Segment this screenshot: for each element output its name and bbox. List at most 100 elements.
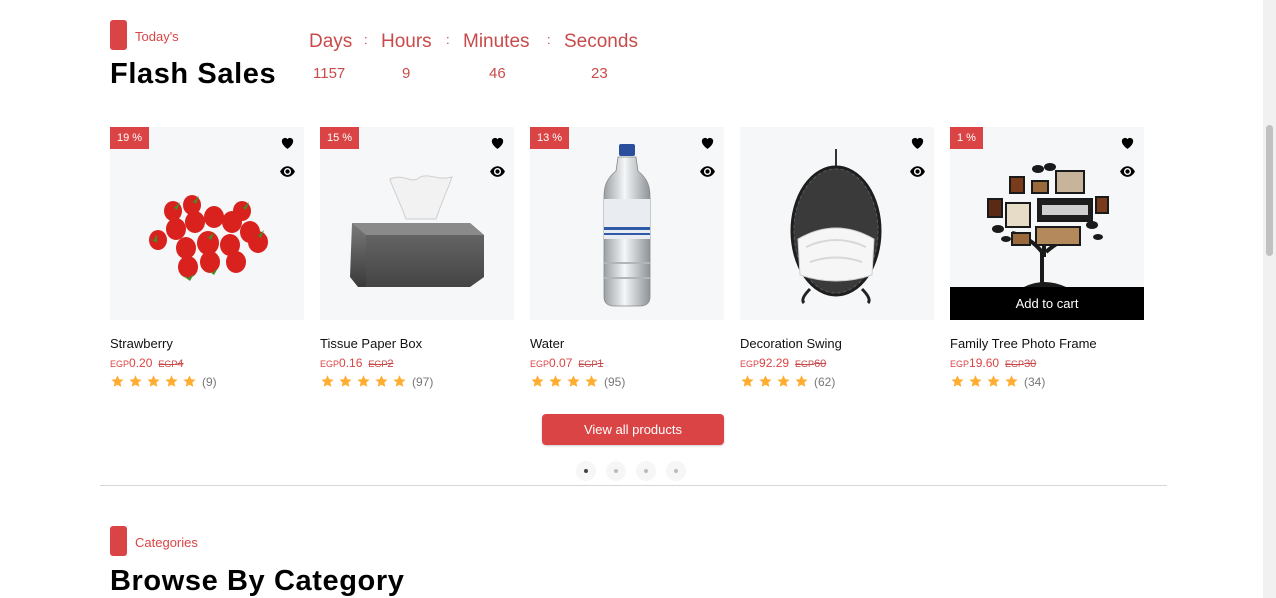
product-card[interactable]: Decoration Swing EGP92.29 EGP60 (62) [740, 127, 934, 389]
old-price: EGP60 [795, 358, 827, 370]
discount-badge: 15 % [320, 127, 360, 149]
rating: (9) [110, 374, 304, 389]
countdown-separator: : [364, 32, 368, 47]
countdown-minutes-value: 46 [489, 65, 506, 82]
product-card[interactable]: 19 % Strawberry EGP0.20 EGP4 (9) [110, 127, 304, 389]
star-icon [129, 375, 142, 387]
star-icon [549, 375, 562, 387]
star-icon [183, 375, 196, 387]
rating: (97) [320, 374, 514, 389]
product-name[interactable]: Strawberry [110, 336, 304, 351]
discount-badge: 13 % [530, 127, 570, 149]
star-icon [969, 375, 982, 387]
view-all-products-button[interactable]: View all products [542, 414, 724, 445]
product-name[interactable]: Family Tree Photo Frame [950, 336, 1144, 351]
countdown-seconds-label: Seconds [564, 31, 638, 52]
heart-icon[interactable] [279, 134, 296, 151]
section-tag-marker [110, 20, 127, 50]
heart-icon[interactable] [699, 134, 716, 151]
countdown-hours-label: Hours [381, 31, 432, 52]
product-price: EGP19.60 EGP30 [950, 356, 1037, 370]
review-count: (9) [202, 374, 217, 389]
countdown-separator: : [446, 32, 450, 47]
product-card[interactable]: 1 % Add to cart Family Tree Photo Frame … [950, 127, 1144, 389]
rating: (34) [950, 374, 1144, 389]
product-image-area[interactable]: 15 % [320, 127, 514, 320]
eye-icon[interactable] [909, 163, 926, 180]
tissue-box-image [350, 175, 484, 287]
countdown-days-value: 1157 [313, 65, 346, 82]
star-icon [339, 375, 352, 387]
current-price: 19.60 [969, 356, 1000, 370]
product-image-area[interactable]: 13 % [530, 127, 724, 320]
rating: (62) [740, 374, 934, 389]
pagination-dot[interactable] [576, 461, 596, 481]
product-image-area[interactable] [740, 127, 934, 320]
eye-icon[interactable] [279, 163, 296, 180]
browse-by-category-title: Browse By Category [110, 565, 405, 597]
product-name[interactable]: Decoration Swing [740, 336, 934, 351]
countdown-seconds-value: 23 [591, 65, 608, 82]
star-icon [321, 375, 334, 387]
discount-badge: 19 % [110, 127, 150, 149]
eye-icon[interactable] [1119, 163, 1136, 180]
egg-swing-chair-image [790, 149, 882, 305]
rating: (95) [530, 374, 724, 389]
star-icon [147, 375, 160, 387]
water-bottle-image [603, 144, 651, 307]
flash-sales-title: Flash Sales [110, 58, 277, 90]
scrollbar-thumb[interactable] [1266, 125, 1273, 256]
page-scrollbar[interactable] [1263, 0, 1276, 598]
current-price: 0.20 [129, 356, 153, 370]
current-price: 92.29 [759, 356, 790, 370]
current-price: 0.07 [549, 356, 573, 370]
old-price: EGP2 [368, 358, 394, 370]
star-icon [357, 375, 370, 387]
heart-icon[interactable] [909, 134, 926, 151]
star-icon [375, 375, 388, 387]
countdown-hours-value: 9 [402, 65, 411, 82]
pagination-dot[interactable] [606, 461, 626, 481]
product-name[interactable]: Water [530, 336, 724, 351]
eye-icon[interactable] [489, 163, 506, 180]
review-count: (62) [814, 374, 836, 389]
current-price: 0.16 [339, 356, 363, 370]
star-icon [741, 375, 754, 387]
product-price: EGP92.29 EGP60 [740, 356, 827, 370]
add-to-cart-button[interactable]: Add to cart [950, 287, 1144, 320]
strawberries-image [148, 195, 268, 281]
discount-badge: 1 % [950, 127, 983, 149]
countdown-separator: : [547, 32, 551, 47]
star-icon [393, 375, 406, 387]
countdown-days-label: Days [309, 31, 353, 52]
product-image-area[interactable]: 1 % Add to cart [950, 127, 1144, 320]
old-price: EGP1 [578, 358, 604, 370]
star-icon [951, 375, 964, 387]
review-count: (97) [412, 374, 434, 389]
product-image-area[interactable]: 19 % [110, 127, 304, 320]
star-icon [531, 375, 544, 387]
heart-icon[interactable] [1119, 134, 1136, 151]
star-icon [777, 375, 790, 387]
countdown-minutes-label: Minutes [463, 31, 530, 52]
review-count: (95) [604, 374, 626, 389]
star-icon [567, 375, 580, 387]
section-tag-todays: Today's [135, 29, 179, 44]
review-count: (34) [1024, 374, 1046, 389]
star-icon [795, 375, 808, 387]
old-price: EGP30 [1005, 358, 1037, 370]
heart-icon[interactable] [489, 134, 506, 151]
star-icon [585, 375, 598, 387]
star-icon [987, 375, 1000, 387]
section-tag-marker [110, 526, 127, 556]
star-icon [759, 375, 772, 387]
pagination-dot[interactable] [636, 461, 656, 481]
star-icon [165, 375, 178, 387]
product-card[interactable]: 15 % Tissue Paper Box EGP0.16 EGP2 (97) [320, 127, 514, 389]
product-name[interactable]: Tissue Paper Box [320, 336, 514, 351]
pagination-dot[interactable] [666, 461, 686, 481]
eye-icon[interactable] [699, 163, 716, 180]
section-divider [100, 485, 1167, 486]
product-price: EGP0.16 EGP2 [320, 356, 394, 370]
product-card[interactable]: 13 % Water EGP0.07 EGP1 (95) [530, 127, 724, 389]
